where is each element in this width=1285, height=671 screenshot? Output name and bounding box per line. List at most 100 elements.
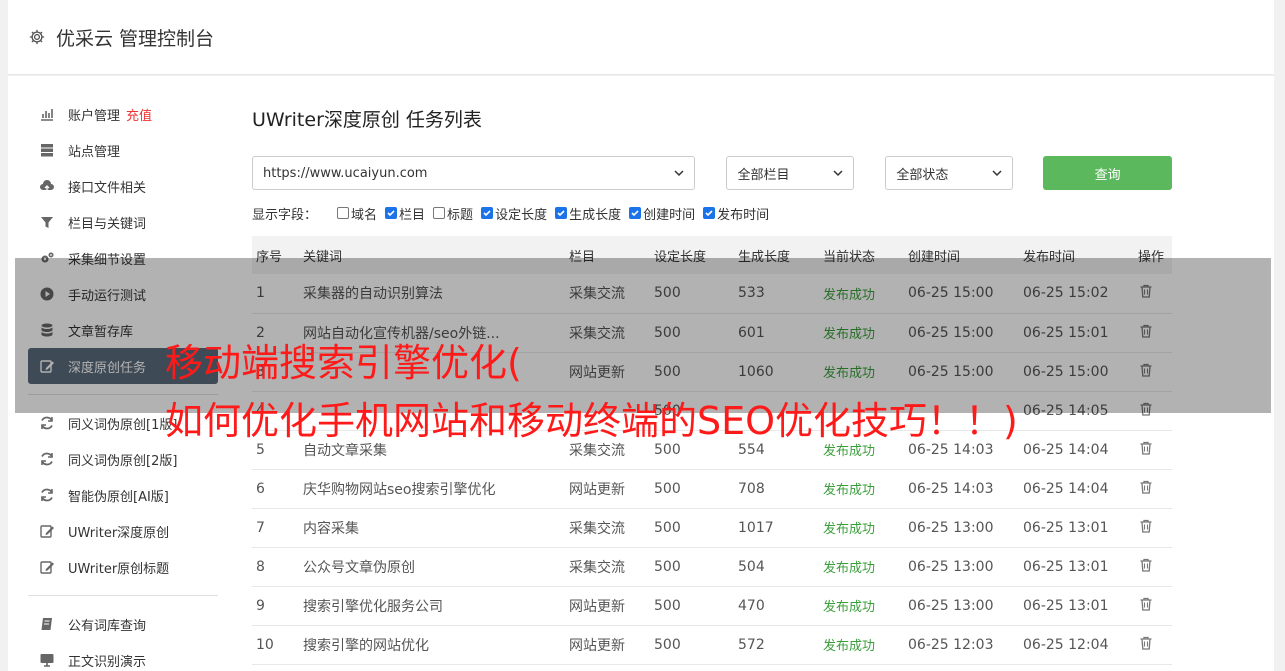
checkbox-checked[interactable] (481, 207, 494, 219)
delete-button[interactable] (1134, 430, 1172, 469)
headline-text: 移动端搜索引擎优化( 如何优化手机网站和移动终端的SEO优化技巧！！) (165, 334, 1018, 450)
field-checkbox[interactable]: 标题 (433, 204, 473, 223)
table-cell: 06-25 13:00 (908, 597, 994, 614)
sidebar-item[interactable]: 栏目与关键词 (28, 204, 218, 240)
sidebar-item[interactable]: 正文识别演示 (28, 642, 218, 671)
headline-line-2: 如何优化手机网站和移动终端的SEO优化技巧！！) (165, 399, 1018, 443)
trash-icon (1140, 519, 1152, 533)
edit-icon (38, 558, 56, 576)
trash-icon (1140, 636, 1152, 650)
sidebar-item-label: 同义词伪原创[2版] (68, 453, 178, 469)
table-cell: 8 (256, 558, 265, 575)
table-cell: 06-25 13:01 (1023, 519, 1109, 536)
column-select[interactable]: 全部栏目 (726, 156, 855, 190)
sidebar-item-label: UWriter原创标题 (68, 561, 170, 577)
table-row: 8 公众号文章伪原创 采集交流 500 504 发布成功 06-25 13:00 06-25 … (252, 547, 1172, 586)
sidebar-item-label: 账户管理 (68, 108, 121, 124)
checkbox-checked[interactable] (555, 207, 568, 219)
sidebar-item[interactable]: UWriter原创标题 (28, 549, 218, 585)
field-checkbox-label: 域名 (351, 207, 378, 223)
table-cell: 9 (256, 597, 265, 614)
checkbox-checked[interactable] (385, 207, 398, 219)
field-checkbox-label: 标题 (447, 207, 474, 223)
delete-button[interactable] (1134, 625, 1172, 664)
app-header: 优采云 管理控制台 (8, 0, 1274, 75)
sidebar-divider (28, 595, 218, 596)
table-cell: 7 (256, 519, 265, 536)
field-checkbox[interactable]: 创建时间 (629, 204, 695, 223)
chevron-down-icon (674, 170, 684, 177)
checkbox-unchecked[interactable] (337, 207, 350, 219)
table-cell: 708 (738, 480, 765, 497)
table-row: 6 庆华购物网站seo搜索引擎优化 网站更新 500 708 发布成功 06-25 14:0… (252, 469, 1172, 508)
field-checkbox-label: 发布时间 (717, 207, 770, 223)
trash-icon (1140, 558, 1152, 572)
gear-icon (29, 29, 45, 45)
sidebar-item-label: 公有词库查询 (68, 618, 147, 634)
table-cell: 500 (654, 480, 681, 497)
display-fields-label: 显示字段： (252, 207, 318, 223)
page-title: UWriter深度原创 任务列表 (252, 109, 482, 131)
bar-chart-icon (38, 105, 56, 123)
monitor-icon (38, 651, 56, 669)
delete-button[interactable] (1134, 469, 1172, 508)
chevron-down-icon (833, 170, 843, 177)
refresh-icon (38, 450, 56, 468)
table-cell: 06-25 13:01 (1023, 597, 1109, 614)
delete-button[interactable] (1134, 547, 1172, 586)
table-cell: 500 (654, 519, 681, 536)
table-cell: 发布成功 (823, 483, 876, 498)
sidebar-item[interactable]: 公有词库查询 (28, 606, 218, 642)
table-cell: 06-25 14:03 (908, 480, 994, 497)
sidebar-item-label: 站点管理 (68, 144, 121, 160)
table-cell: 发布成功 (823, 522, 876, 537)
trash-icon (1140, 441, 1152, 455)
sidebar-item[interactable]: 智能伪原创[AI版] (28, 477, 218, 513)
checkbox-checked[interactable] (703, 207, 716, 219)
delete-button[interactable] (1134, 508, 1172, 547)
trash-icon (1140, 597, 1152, 611)
field-checkbox-label: 创建时间 (643, 207, 696, 223)
display-fields: 显示字段： 域名 栏目 标题 设定长度 生成长度 创建时间 发布时间 (252, 202, 1172, 224)
checkbox-unchecked[interactable] (433, 207, 446, 219)
table-cell: 公众号文章伪原创 (303, 559, 415, 576)
table-cell: 572 (738, 636, 765, 653)
table-cell: 500 (654, 597, 681, 614)
sidebar-item-label: 智能伪原创[AI版] (68, 489, 169, 505)
checkbox-checked[interactable] (629, 207, 642, 219)
site-select-value: https://www.ucaiyun.com (263, 165, 428, 181)
query-button[interactable]: 查询 (1043, 156, 1172, 190)
field-checkbox[interactable]: 设定长度 (481, 204, 547, 223)
delete-button[interactable] (1134, 586, 1172, 625)
field-checkbox-label: 栏目 (399, 207, 426, 223)
field-checkbox[interactable]: 域名 (337, 204, 377, 223)
sidebar-item[interactable]: 账户管理 充值 (28, 96, 218, 132)
table-cell: 06-25 14:04 (1023, 441, 1109, 458)
filter-bar: https://www.ucaiyun.com 全部栏目 全部状态 查询 (252, 156, 1172, 190)
table-cell: 500 (654, 558, 681, 575)
table-cell: 网站更新 (569, 637, 625, 654)
sidebar-item[interactable]: UWriter深度原创 (28, 513, 218, 549)
refresh-icon (38, 414, 56, 432)
table-cell: 06-25 13:01 (1023, 558, 1109, 575)
sidebar-item-label: UWriter深度原创 (68, 525, 170, 541)
field-checkbox[interactable]: 栏目 (385, 204, 425, 223)
server-icon (38, 141, 56, 159)
recharge-link[interactable]: 充值 (126, 105, 152, 124)
table-cell: 发布成功 (823, 561, 876, 576)
table-row: 9 搜索引擎优化服务公司 网站更新 500 470 发布成功 06-25 13:00 06-2… (252, 586, 1172, 625)
table-cell: 06-25 12:04 (1023, 636, 1109, 653)
table-cell: 10 (256, 636, 274, 653)
field-checkbox-label: 生成长度 (569, 207, 622, 223)
sidebar-item-label: 同义词伪原创[1版] (68, 417, 178, 433)
field-checkbox[interactable]: 生成长度 (555, 204, 621, 223)
status-select[interactable]: 全部状态 (885, 156, 1014, 190)
table-cell: 网站更新 (569, 598, 625, 615)
sidebar-item[interactable]: 站点管理 (28, 132, 218, 168)
sidebar-item[interactable]: 接口文件相关 (28, 168, 218, 204)
field-checkbox[interactable]: 发布时间 (703, 204, 769, 223)
site-select[interactable]: https://www.ucaiyun.com (252, 156, 696, 190)
table-cell: 500 (654, 636, 681, 653)
table-cell: 庆华购物网站seo搜索引擎优化 (303, 481, 496, 498)
filter-icon (38, 213, 56, 231)
